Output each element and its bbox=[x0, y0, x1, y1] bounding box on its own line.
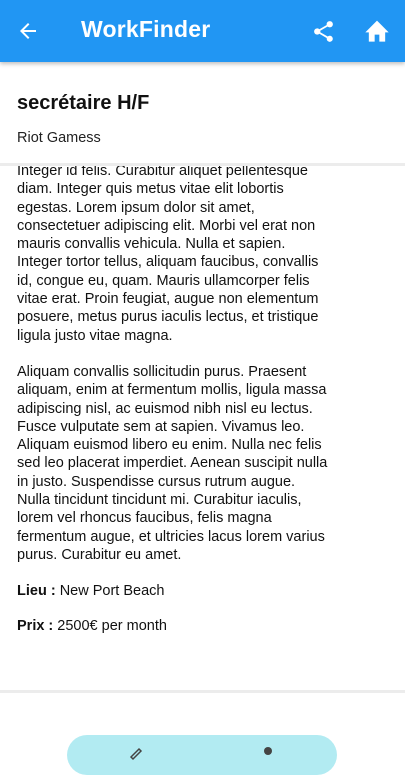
price-label: Prix : bbox=[17, 617, 54, 634]
edit-icon[interactable] bbox=[129, 745, 145, 761]
share-icon[interactable] bbox=[311, 19, 336, 44]
location-label: Lieu : bbox=[17, 583, 56, 600]
home-icon[interactable] bbox=[363, 17, 391, 43]
location-value: New Port Beach bbox=[59, 583, 165, 600]
footer-divider bbox=[0, 690, 405, 693]
job-title: secrétaire H/F bbox=[17, 92, 150, 114]
person-icon[interactable] bbox=[260, 745, 276, 761]
description-paragraph: Integer id felis. Curabitur aliquet pell… bbox=[17, 165, 319, 344]
price-row: Prix : 2500€ per month bbox=[17, 617, 332, 635]
company-name: Riot Gamess bbox=[17, 130, 101, 146]
job-header: secrétaire H/F Riot Gamess bbox=[0, 62, 405, 166]
location-row: Lieu : New Port Beach bbox=[17, 582, 332, 600]
price-value: 2500€ per month bbox=[57, 617, 167, 634]
bottom-action-bar[interactable] bbox=[67, 735, 337, 775]
app-title: WorkFinder bbox=[81, 16, 211, 42]
description-paragraph: Aliquam convallis sollicitudin purus. Pr… bbox=[17, 363, 328, 563]
job-details-scroll[interactable]: Integer id felis. Curabitur aliquet pell… bbox=[17, 165, 332, 690]
job-description: Integer id felis. Curabitur aliquet pell… bbox=[17, 165, 332, 564]
app-bar: WorkFinder bbox=[0, 0, 405, 62]
arrow-back-icon[interactable] bbox=[16, 19, 40, 43]
